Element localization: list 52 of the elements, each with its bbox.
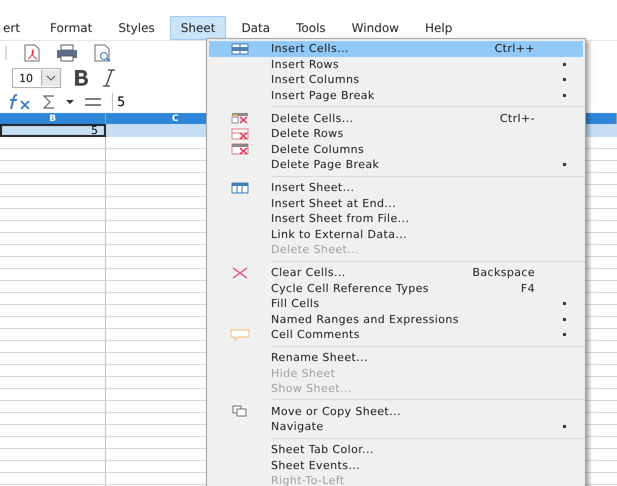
menu-item[interactable]: Delete Rows (209, 126, 583, 142)
menu-item[interactable]: Sheet Events... (209, 457, 583, 473)
menu-title[interactable]: Window (340, 16, 410, 40)
menu-item[interactable]: Delete Columns (209, 142, 583, 158)
caret-icon (66, 99, 74, 105)
comment-icon (230, 328, 250, 341)
pdf-export-icon (22, 44, 42, 62)
menu-item[interactable]: Insert Sheet from File... (209, 210, 583, 227)
menu-item[interactable]: Sheet Tab Color... (209, 442, 583, 458)
menu-item[interactable]: Insert Page Break (209, 88, 583, 104)
menu-title[interactable]: Tools (285, 16, 337, 40)
font-size-field[interactable]: 10 (12, 68, 61, 88)
cross-icon (231, 266, 249, 279)
equals-icon (84, 96, 102, 108)
menu-item[interactable]: Rename Sheet... (209, 350, 583, 366)
menu-title[interactable]: Data (230, 16, 282, 40)
menu-item[interactable]: Named Ranges and Expressions (209, 312, 583, 328)
menu-item[interactable]: Clear Cells... Backspace (209, 264, 583, 280)
separator-icon (4, 46, 8, 60)
copy-icon (232, 405, 248, 418)
menu-item[interactable]: Move or Copy Sheet... (209, 403, 583, 420)
menu-title[interactable]: Help (414, 16, 464, 40)
menu-item[interactable]: Insert Columns (209, 72, 583, 88)
menu-title[interactable]: Format (39, 16, 104, 40)
menu-item[interactable]: Cycle Cell Reference Types F4 (209, 280, 583, 296)
menu-item[interactable]: Navigate (209, 419, 583, 435)
menu-item[interactable]: Insert Sheet at End... (209, 195, 583, 211)
menu-item[interactable]: Delete Page Break (209, 157, 583, 173)
menu-item[interactable]: Insert Rows (209, 56, 583, 72)
function-wizard-icon (8, 94, 32, 110)
insert-cells-icon (231, 42, 249, 55)
menu-title[interactable]: Styles (107, 16, 166, 40)
menu-item[interactable]: Fill Cells (209, 296, 583, 312)
table-icon (231, 182, 249, 194)
dropdown-button[interactable] (41, 70, 60, 86)
italic-icon (101, 68, 117, 88)
formula-input-field[interactable]: 5 (112, 93, 177, 111)
selected-cell[interactable]: 5 (0, 124, 106, 137)
font-size-value: 10 (18, 72, 34, 84)
delete-cells-icon (231, 112, 249, 124)
caret-icon (46, 75, 56, 81)
menu-item[interactable]: Link to External Data... (209, 226, 583, 242)
delete-rows-icon (231, 128, 249, 140)
sum-icon (42, 94, 56, 110)
menu-title[interactable]: Sheet (170, 16, 226, 40)
printer-icon (56, 44, 78, 62)
menu-title[interactable]: ert (2, 16, 30, 40)
menu-item[interactable]: Insert Cells... Ctrl++ (209, 41, 583, 57)
delete-columns-icon (231, 143, 249, 156)
menu-item[interactable]: Cell Comments (209, 327, 583, 343)
column-header[interactable]: B (0, 113, 106, 124)
menu-item[interactable]: Insert Sheet... (209, 180, 583, 196)
